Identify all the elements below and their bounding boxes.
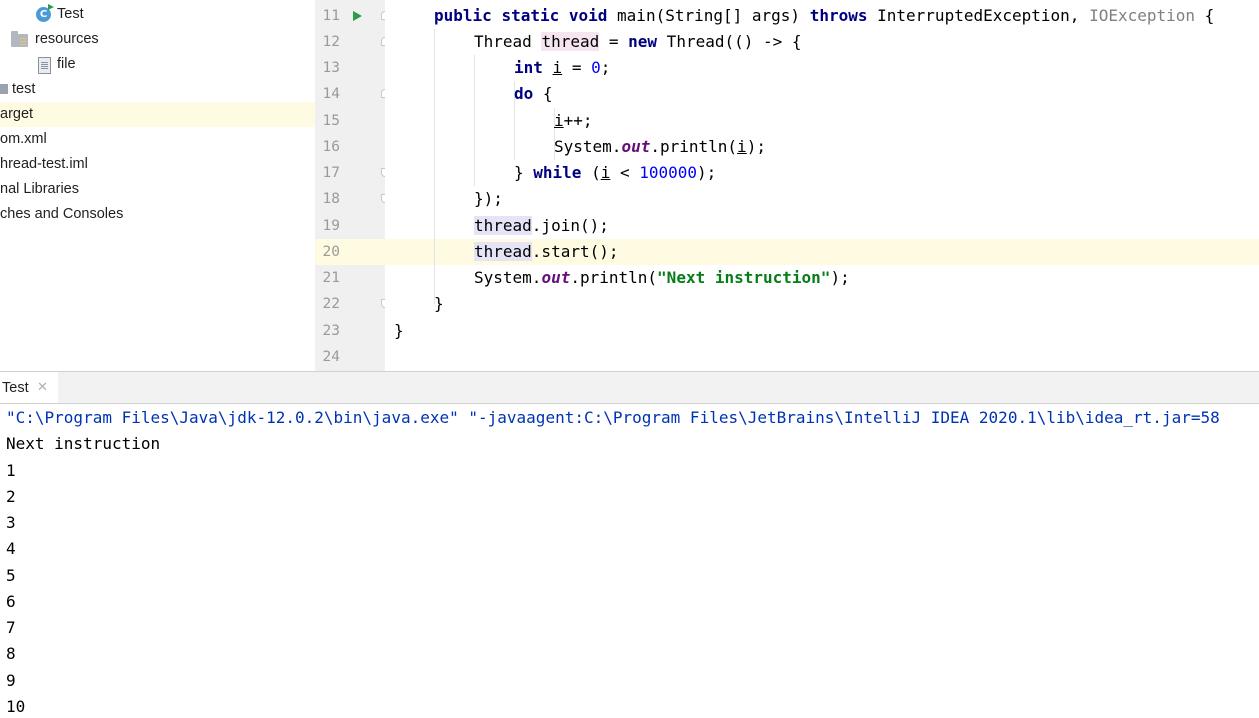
run-console[interactable]: "C:\Program Files\Java\jdk-12.0.2\bin\ja…: [0, 404, 1259, 718]
console-line: 1: [6, 461, 16, 480]
tree-item-test-folder[interactable]: test: [0, 77, 315, 102]
tree-item-resources[interactable]: resources: [0, 27, 315, 52]
line-number: 20: [322, 244, 340, 260]
line-number: 14: [322, 86, 340, 102]
tree-item-label: arget: [0, 106, 34, 122]
tree-item-label: Test: [57, 6, 84, 22]
tab-run-test[interactable]: Test ✕: [0, 372, 58, 403]
code-line: thread.start();: [474, 242, 619, 261]
code-line: thread.join();: [474, 216, 609, 235]
tree-item-file[interactable]: file: [0, 52, 315, 77]
console-line: 10: [6, 697, 26, 716]
console-line: 8: [6, 644, 16, 663]
line-number: 13: [322, 60, 340, 76]
indent-guide: [474, 55, 475, 186]
line-number: 22: [322, 296, 340, 312]
tree-item-label: ches and Consoles: [0, 206, 124, 222]
line-number: 18: [322, 191, 340, 207]
code-line: int i = 0;: [514, 58, 611, 77]
code-line: Thread thread = new Thread(() -> {: [474, 32, 802, 51]
resources-folder-icon: [11, 31, 28, 47]
tree-item-label: test: [12, 81, 36, 97]
console-line: 5: [6, 566, 16, 585]
code-line: }: [394, 321, 404, 340]
tree-item-test-class[interactable]: C Test: [0, 2, 315, 27]
line-number: 19: [322, 218, 340, 234]
tree-item-label: hread-test.iml: [0, 156, 88, 172]
tree-item-scratches[interactable]: ches and Consoles: [0, 202, 315, 227]
run-tool-window-tabbar: Test ✕: [0, 371, 1259, 404]
text-file-icon: [38, 57, 51, 74]
console-line: 9: [6, 671, 16, 690]
console-line: "C:\Program Files\Java\jdk-12.0.2\bin\ja…: [6, 408, 1220, 427]
console-line: Next instruction: [6, 434, 161, 453]
line-number: 23: [322, 323, 340, 339]
tab-label: Test: [2, 380, 29, 396]
java-class-icon: C: [36, 4, 54, 22]
code-line: });: [474, 189, 503, 208]
console-line: 7: [6, 618, 16, 637]
line-number: 21: [322, 270, 340, 286]
code-line: System.out.println("Next instruction");: [474, 268, 850, 287]
tree-item-pom-xml[interactable]: om.xml: [0, 127, 315, 152]
run-gutter-icon[interactable]: [353, 11, 362, 21]
tree-item-iml[interactable]: hread-test.iml: [0, 152, 315, 177]
code-line: i++;: [554, 111, 593, 130]
tree-item-target[interactable]: arget: [0, 102, 315, 127]
console-line: 3: [6, 513, 16, 532]
indent-guide: [434, 29, 435, 304]
close-icon[interactable]: ✕: [37, 380, 48, 395]
tree-item-label: nal Libraries: [0, 181, 79, 197]
project-tree-panel: C Test resources file test arget om.xml …: [0, 0, 315, 371]
code-line: System.out.println(i);: [554, 137, 766, 156]
code-line: } while (i < 100000);: [514, 163, 717, 182]
line-number: 15: [322, 113, 340, 129]
line-number: 24: [322, 349, 340, 365]
code-line: do {: [514, 84, 553, 103]
code-editor[interactable]: public static void main(String[] args) t…: [385, 0, 1259, 371]
tree-item-label: resources: [35, 31, 99, 47]
console-line: 4: [6, 539, 16, 558]
code-line: }: [434, 294, 444, 313]
line-number: 17: [322, 165, 340, 181]
code-line: public static void main(String[] args) t…: [434, 6, 1215, 25]
line-number: 11: [322, 8, 340, 24]
folder-icon: [0, 84, 8, 94]
tree-item-external-libraries[interactable]: nal Libraries: [0, 177, 315, 202]
line-number: 12: [322, 34, 340, 50]
line-number: 16: [322, 139, 340, 155]
tree-item-label: file: [57, 56, 76, 72]
console-line: 2: [6, 487, 16, 506]
tree-item-label: om.xml: [0, 131, 47, 147]
console-line: 6: [6, 592, 16, 611]
